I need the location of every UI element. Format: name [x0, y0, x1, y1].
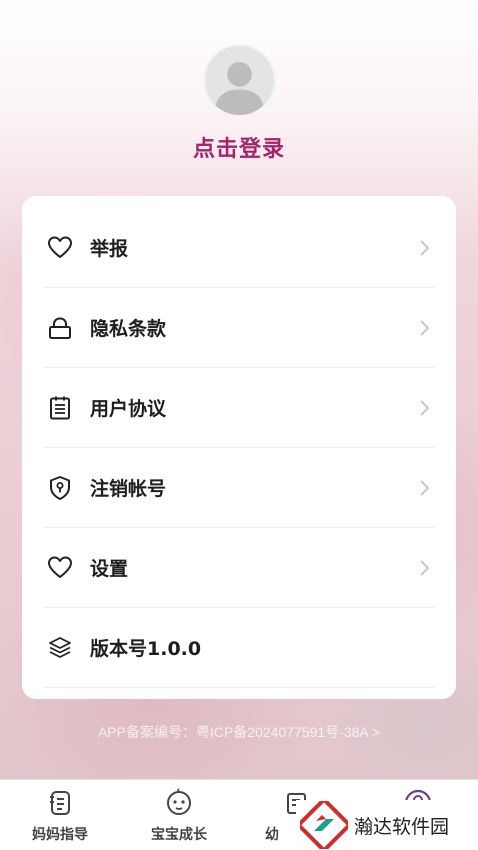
chevron-right-icon [418, 398, 432, 418]
baby-face-icon [164, 788, 194, 818]
tab-baby-growth[interactable]: 宝宝成长 [124, 788, 234, 844]
avatar[interactable] [203, 44, 276, 117]
menu-item-delete-account[interactable]: 注销帐号 [44, 448, 434, 528]
menu-item-settings[interactable]: 设置 [44, 528, 434, 608]
menu-item-privacy[interactable]: 隐私条款 [44, 288, 434, 368]
tab-label: 宝宝成长 [151, 827, 207, 843]
clipboard-icon [46, 394, 74, 422]
heart-icon [46, 554, 74, 582]
menu-item-report[interactable]: 举报 [44, 208, 434, 288]
chevron-right-icon [418, 238, 432, 258]
menu-item-label: 设置 [90, 558, 129, 580]
menu-item-user-agreement[interactable]: 用户协议 [44, 368, 434, 448]
chevron-right-icon [418, 558, 432, 578]
watermark: 瀚达软件园 [296, 800, 478, 850]
menu-item-version: 版本号1.0.0 [44, 608, 434, 688]
menu-item-label: 注销帐号 [90, 478, 167, 500]
lock-icon [46, 314, 74, 342]
shield-icon [46, 474, 74, 502]
tab-mom-guide[interactable]: 妈妈指导 [5, 788, 115, 844]
chevron-right-icon [418, 478, 432, 498]
menu-item-label: 隐私条款 [90, 318, 167, 340]
version-label: 版本号1.0.0 [90, 638, 202, 660]
tab-label: 妈妈指导 [32, 827, 88, 843]
menu-item-label: 用户协议 [90, 398, 167, 420]
watermark-logo-icon [300, 801, 348, 849]
chevron-right-icon [418, 318, 432, 338]
menu-item-label: 举报 [90, 238, 129, 260]
heart-icon [46, 234, 74, 262]
layers-icon [46, 634, 74, 662]
login-link[interactable]: 点击登录 [0, 131, 478, 163]
beian-link[interactable]: APP备案编号：粤ICP备2024077591号-38A > [0, 722, 478, 742]
user-avatar-icon [205, 46, 274, 115]
menu-card: 举报 隐私条款 用户协议 注销帐号 设置 版本号1.0.0 [22, 196, 456, 699]
document-icon [45, 788, 75, 818]
watermark-text: 瀚达软件园 [354, 815, 450, 838]
